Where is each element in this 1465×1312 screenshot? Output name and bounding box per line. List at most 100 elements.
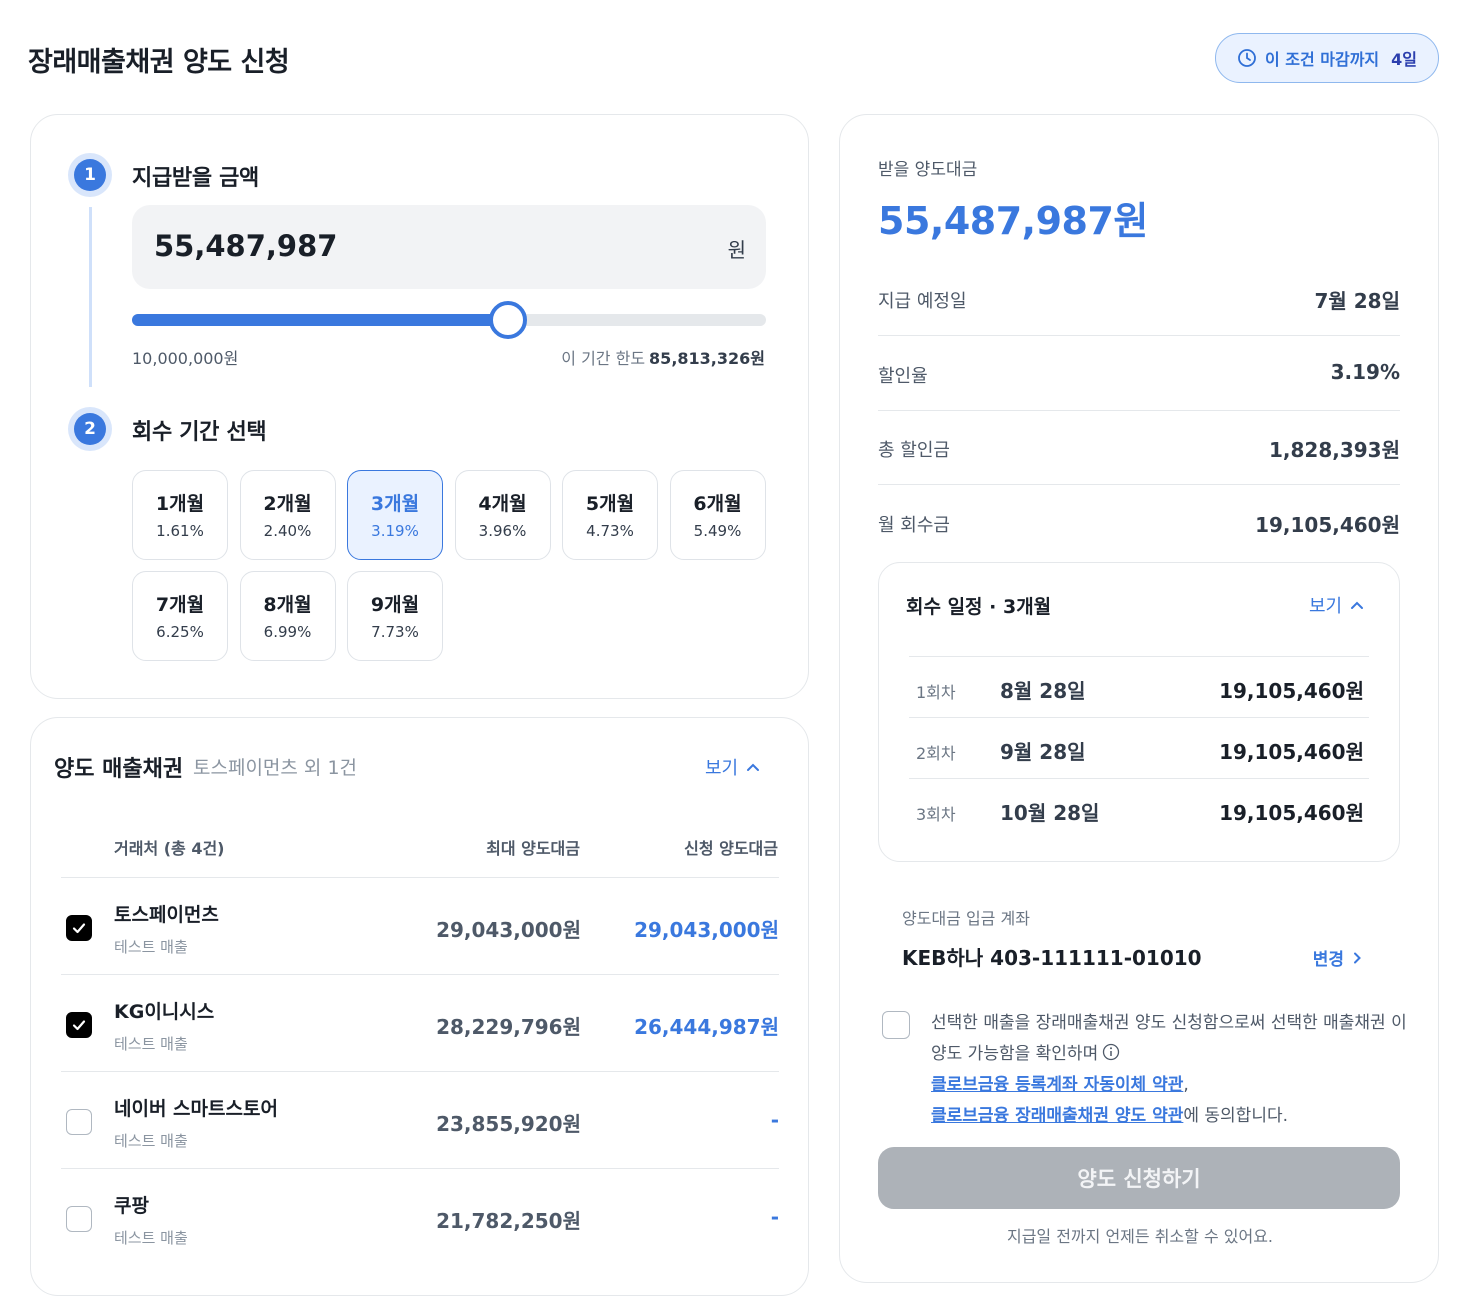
receivable-name: 토스페이먼츠 <box>114 904 219 926</box>
receivables-subtitle: 토스페이먼츠 외 1건 <box>193 757 358 779</box>
period-months: 6개월 <box>693 493 742 515</box>
receivable-checkbox[interactable] <box>66 1109 92 1135</box>
receivable-checkbox[interactable] <box>66 1206 92 1232</box>
receivables-title: 양도 매출채권 <box>54 757 184 782</box>
period-months: 7개월 <box>155 594 205 616</box>
receivable-max: 28,229,796원 <box>436 1015 581 1039</box>
receivable-checkbox[interactable] <box>66 915 92 941</box>
column-requested: 신청 양도대금 <box>684 839 778 858</box>
period-rate: 6.99% <box>263 623 312 641</box>
receivable-requested: - <box>770 1108 779 1132</box>
schedule-toggle[interactable]: 보기 <box>1309 592 1364 618</box>
agree-text: 선택한 매출을 장래매출채권 양도 신청함으로써 선택한 매출채권 이 양도 가… <box>931 1013 1407 1126</box>
deadline-days: 4일 <box>1391 50 1418 69</box>
receivables-toggle[interactable]: 보기 <box>705 754 760 780</box>
schedule-amount: 19,105,460원 <box>1219 740 1364 764</box>
schedule-date: 8월 28일 <box>1000 679 1086 703</box>
step-1-badge: 1 <box>68 153 112 197</box>
slider-max-label: 이 기간 한도 85,813,326원 <box>561 349 765 368</box>
period-months: 9개월 <box>370 594 420 616</box>
page-title: 장래매출채권 양도 신청 <box>28 47 290 78</box>
summary-amount: 55,487,987원 <box>878 199 1148 243</box>
submit-button[interactable]: 양도 신청하기 <box>878 1147 1400 1209</box>
receivable-row[interactable]: 쿠팡 테스트 매출 21,782,250원 - <box>61 1168 779 1265</box>
cancel-note: 지급일 전까지 언제든 취소할 수 있어요. <box>1006 1227 1274 1246</box>
receivable-tag: 테스트 매출 <box>114 938 188 956</box>
receivable-row[interactable]: 네이버 스마트스토어 테스트 매출 23,855,920원 - <box>61 1071 779 1168</box>
info-icon[interactable] <box>1102 1043 1120 1061</box>
period-months: 4개월 <box>478 493 527 515</box>
summary-row: 지급 예정일 7월 28일 <box>878 261 1400 336</box>
receivable-name: 네이버 스마트스토어 <box>114 1098 278 1120</box>
check-icon <box>72 1020 86 1031</box>
agree-checkbox[interactable] <box>882 1011 910 1039</box>
summary-key: 할인율 <box>878 365 928 387</box>
period-months: 8개월 <box>263 594 312 616</box>
slider-thumb[interactable] <box>489 301 528 339</box>
schedule-amount: 19,105,460원 <box>1219 679 1364 703</box>
terms-link-transfer[interactable]: 클로브금융 장래매출채권 양도 약관 <box>931 1106 1183 1126</box>
step-1-title: 지급받을 금액 <box>132 166 259 191</box>
chevron-up-icon <box>1351 601 1364 609</box>
schedule-date: 10월 28일 <box>1000 801 1100 825</box>
check-icon <box>72 923 86 934</box>
schedule-index: 1회차 <box>916 683 956 702</box>
summary-key: 월 회수금 <box>878 514 950 536</box>
period-months: 1개월 <box>155 493 205 515</box>
column-client: 거래처 (총 4건) <box>114 839 225 858</box>
period-rate: 5.49% <box>693 522 742 540</box>
period-option[interactable]: 9개월 7.73% <box>347 571 443 661</box>
schedule-index: 3회차 <box>916 805 956 824</box>
summary-value: 19,105,460원 <box>1255 512 1400 537</box>
period-option[interactable]: 7개월 6.25% <box>132 571 228 661</box>
slider-min-label: 10,000,000원 <box>132 349 239 368</box>
schedule-row: 2회차 9월 28일 19,105,460원 <box>909 717 1369 778</box>
receivable-requested: 29,043,000원 <box>634 918 779 942</box>
receivable-checkbox[interactable] <box>66 1012 92 1038</box>
schedule-box: 회수 일정 · 3개월 보기 1회차 8월 28일 19,105,460원 2회차 9월… <box>878 562 1400 862</box>
terms-link-autotransfer[interactable]: 클로브금융 등록계좌 자동이체 약관 <box>931 1075 1183 1095</box>
step-2-title: 회수 기간 선택 <box>132 420 267 445</box>
amount-input[interactable]: 55,487,987 원 <box>132 205 766 289</box>
summary-value: 7월 28일 <box>1314 289 1400 313</box>
period-option[interactable]: 8개월 6.99% <box>239 571 336 661</box>
summary-card: 받을 양도대금 55,487,987원 지급 예정일 7월 28일 할인율 3.19%… <box>839 114 1439 1283</box>
receivable-max: 21,782,250원 <box>436 1209 581 1233</box>
clock-icon <box>1238 49 1256 67</box>
amount-unit: 원 <box>727 238 746 262</box>
summary-key: 총 할인금 <box>878 440 950 461</box>
chevron-right-icon <box>1354 952 1361 963</box>
period-rate: 4.73% <box>586 522 634 540</box>
amount-slider[interactable] <box>132 301 766 339</box>
receivable-tag: 테스트 매출 <box>114 1229 188 1247</box>
receivable-max: 23,855,920원 <box>436 1112 581 1136</box>
receivable-row[interactable]: 토스페이먼츠 테스트 매출 29,043,000원 29,043,000원 <box>61 877 779 974</box>
period-rate: 2.40% <box>263 522 312 540</box>
summary-value: 3.19% <box>1330 359 1400 384</box>
schedule-row: 1회차 8월 28일 19,105,460원 <box>909 656 1369 717</box>
period-rate: 3.19% <box>371 522 419 540</box>
period-option[interactable]: 3개월 3.19% <box>347 470 443 560</box>
summary-key: 지급 예정일 <box>878 291 967 312</box>
period-option[interactable]: 1개월 1.61% <box>132 470 228 560</box>
deadline-label: 이 조건 마감까지 <box>1264 50 1380 69</box>
schedule-amount: 19,105,460원 <box>1219 801 1364 825</box>
summary-row: 총 할인금 1,828,393원 <box>878 410 1400 485</box>
receivable-requested: - <box>770 1205 779 1229</box>
schedule-date: 9월 28일 <box>1000 740 1086 764</box>
period-option[interactable]: 6개월 5.49% <box>669 470 766 560</box>
receivables-card: 양도 매출채권 토스페이먼츠 외 1건 보기 거래처 (총 4건) 최대 양도대… <box>30 717 809 1296</box>
period-option[interactable]: 2개월 2.40% <box>239 470 336 560</box>
period-option[interactable]: 5개월 4.73% <box>562 470 658 560</box>
period-rate: 3.96% <box>478 522 527 540</box>
period-rate: 6.25% <box>156 623 204 641</box>
amount-value[interactable]: 55,487,987 <box>154 229 337 263</box>
period-option[interactable]: 4개월 3.96% <box>454 470 551 560</box>
period-months: 3개월 <box>370 493 420 515</box>
step-2-badge: 2 <box>68 407 112 451</box>
change-account-button[interactable]: 변경 <box>1313 945 1362 970</box>
receivable-name: KG이니시스 <box>114 1001 215 1023</box>
receivable-row[interactable]: KG이니시스 테스트 매출 28,229,796원 26,444,987원 <box>61 974 779 1071</box>
schedule-title: 회수 일정 · 3개월 <box>906 596 1052 618</box>
slider-fill <box>132 314 509 326</box>
